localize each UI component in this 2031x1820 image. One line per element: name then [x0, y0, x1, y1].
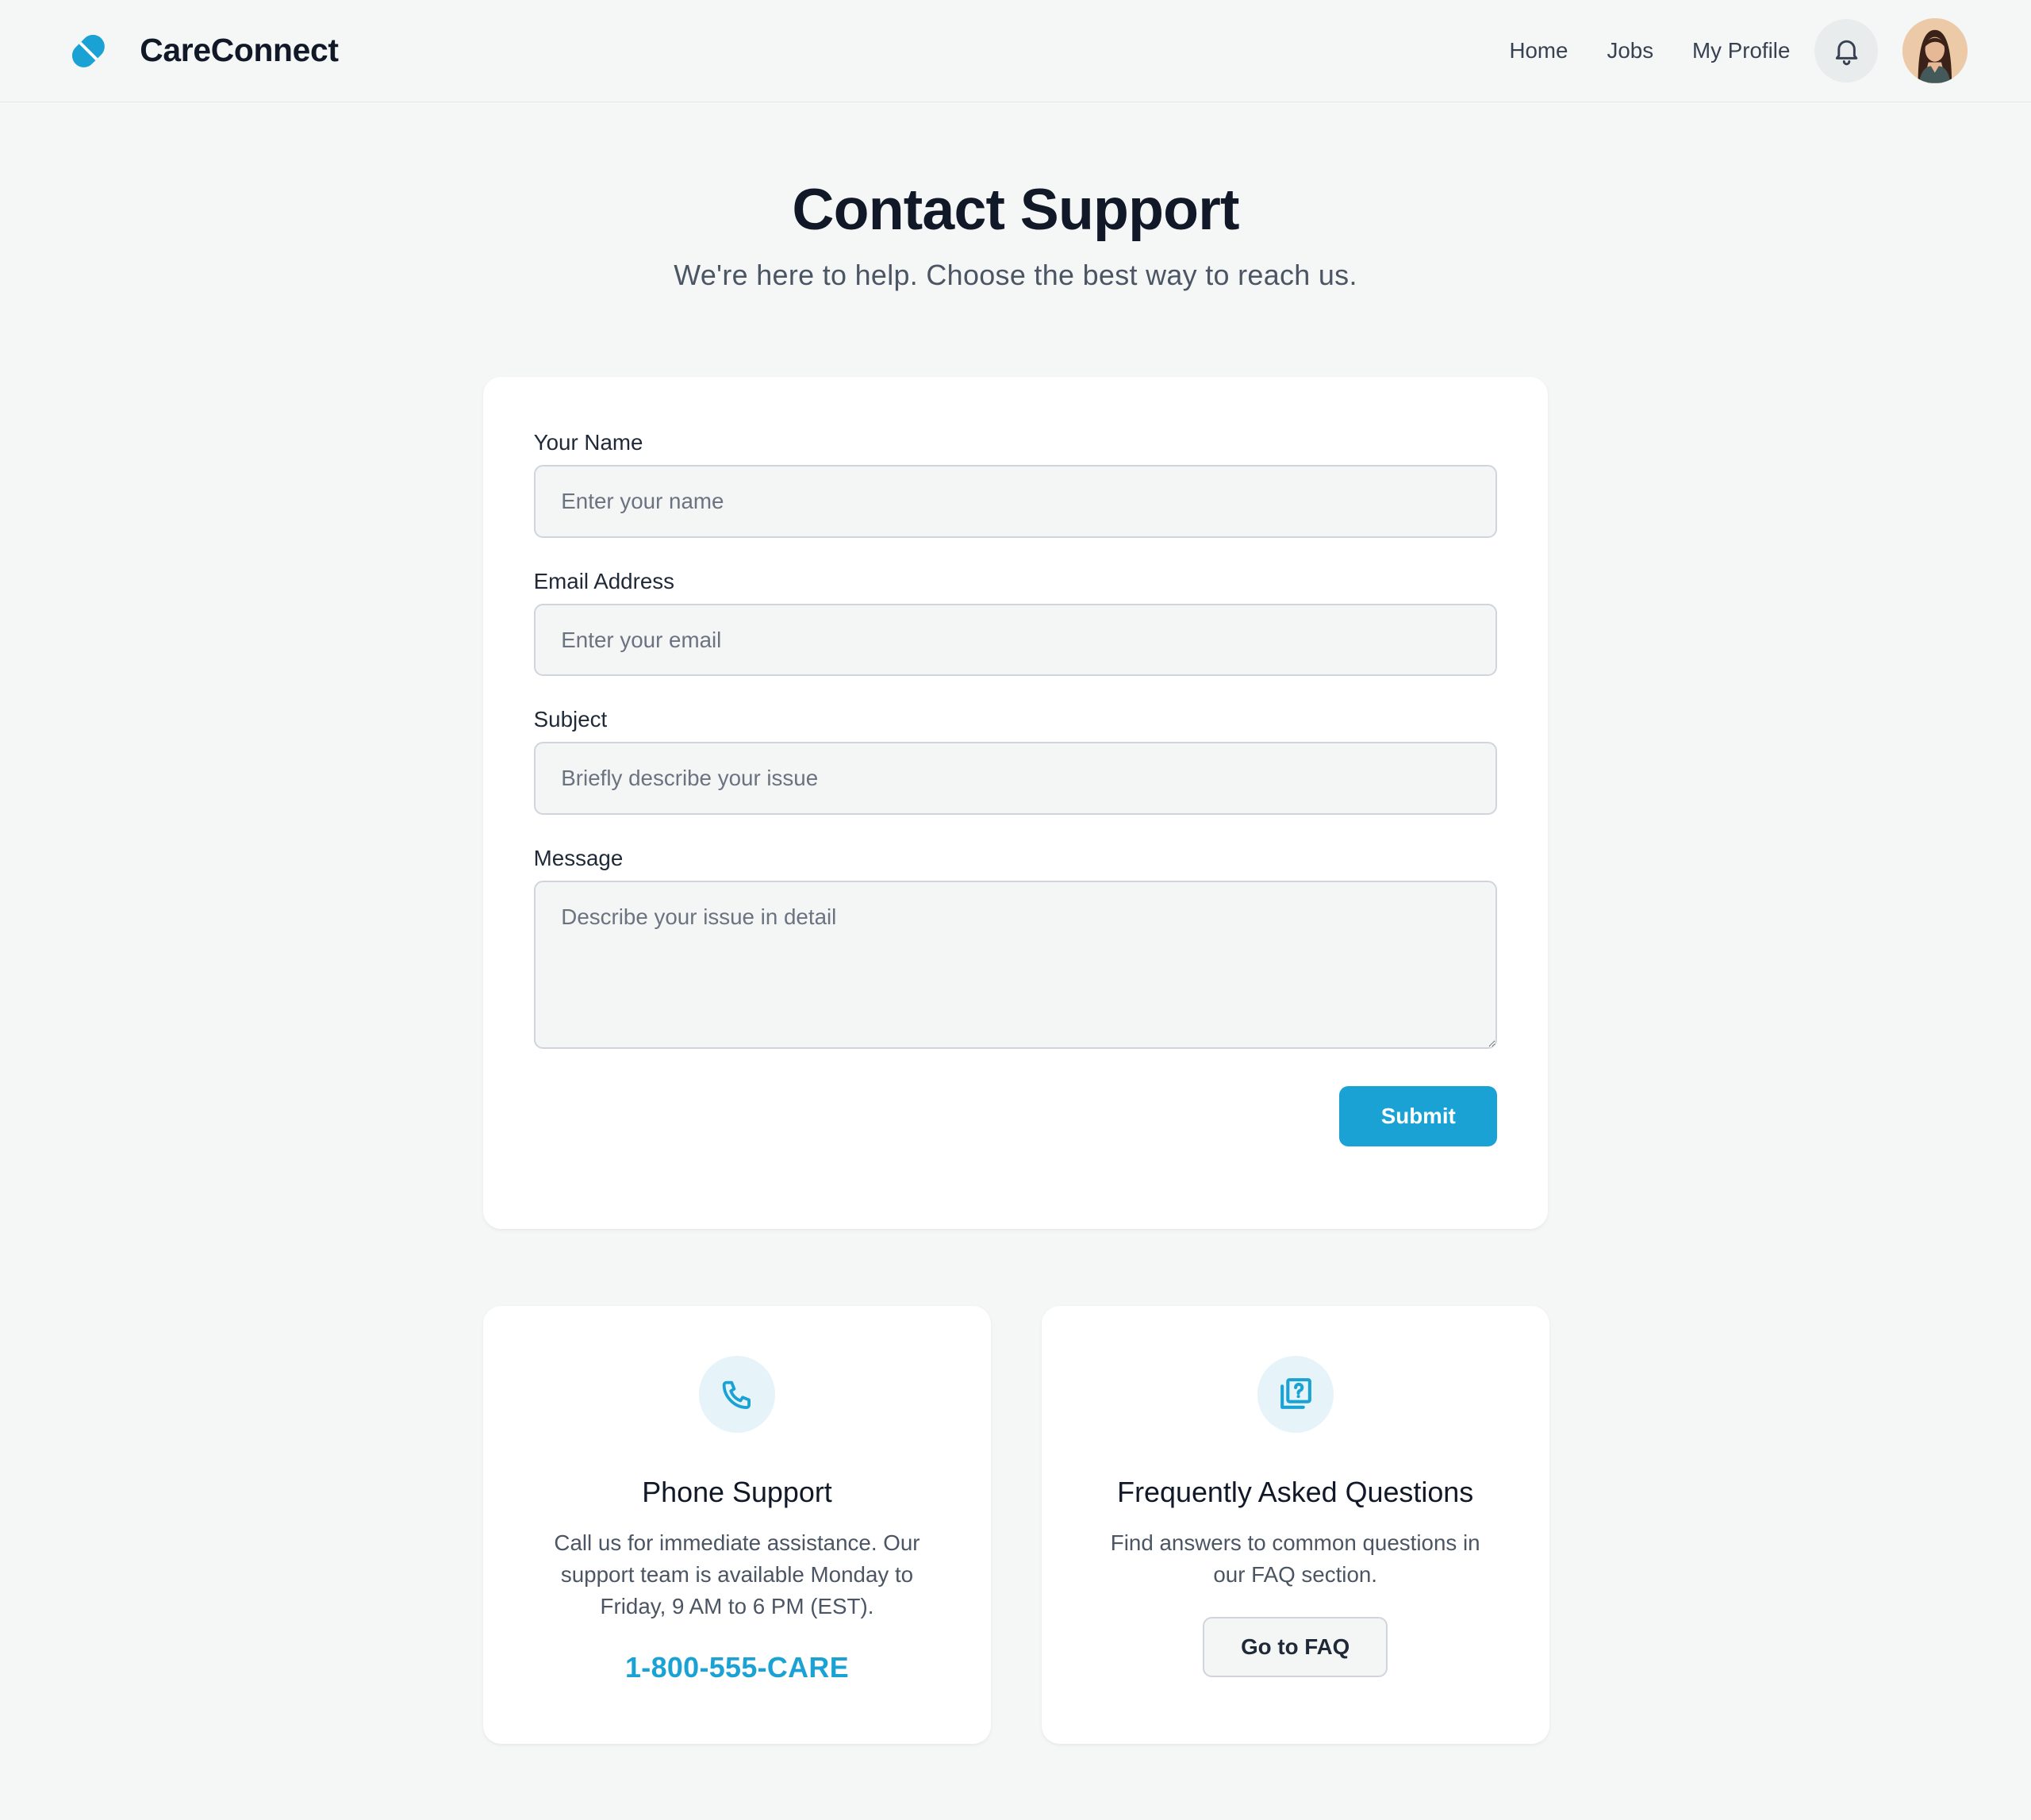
- faq-title: Frequently Asked Questions: [1117, 1475, 1474, 1508]
- nav-my-profile[interactable]: My Profile: [1692, 38, 1790, 63]
- message-label: Message: [533, 846, 624, 871]
- phone-icon-circle: [698, 1356, 776, 1433]
- phone-support-text: Call us for immediate assistance. Our su…: [554, 1530, 920, 1618]
- top-header: CareConnect Home Jobs My Profile: [0, 0, 2031, 102]
- nav-home[interactable]: Home: [1509, 38, 1568, 63]
- logo-icon: [71, 34, 105, 67]
- name-label: Your Name: [533, 430, 643, 455]
- page-heading: Contact Support We're here to help. Choo…: [0, 102, 2031, 295]
- submit-button[interactable]: Submit: [1339, 1085, 1498, 1147]
- avatar[interactable]: [1902, 18, 1968, 83]
- page-title: Contact Support: [792, 176, 1239, 243]
- app-name: CareConnect: [140, 32, 339, 69]
- faq-text: Find answers to common questions in our …: [1110, 1530, 1480, 1587]
- phone-support-card: Phone Support Call us for immediate assi…: [482, 1305, 991, 1744]
- faq-icon-circle: [1257, 1356, 1334, 1433]
- bell-icon: [1835, 40, 1858, 66]
- name-field-group: Your Name: [533, 430, 1498, 538]
- name-input[interactable]: [533, 465, 1498, 538]
- message-field-group: Message: [533, 846, 1498, 1054]
- phone-support-title: Phone Support: [642, 1475, 832, 1508]
- faq-card: Frequently Asked Questions Find answers …: [1041, 1305, 1549, 1744]
- email-label: Email Address: [533, 568, 675, 593]
- phone-icon: [722, 1380, 751, 1409]
- phone-number-link[interactable]: 1-800-555-CARE: [483, 1651, 991, 1684]
- message-textarea[interactable]: [533, 881, 1498, 1050]
- form-actions: Submit: [534, 1085, 1498, 1147]
- user-avatar-image: [1902, 18, 1968, 83]
- notifications-button[interactable]: [1814, 18, 1879, 83]
- page: CareConnect Home Jobs My Profile Contact…: [0, 0, 2031, 1820]
- email-field-group: Email Address: [533, 568, 1498, 677]
- page-subtitle: We're here to help. Choose the best way …: [674, 259, 1357, 292]
- go-to-faq-button[interactable]: Go to FAQ: [1202, 1616, 1388, 1678]
- contact-form-card: Your Name Email Address Subject Message …: [482, 377, 1549, 1230]
- subject-label: Subject: [533, 707, 608, 732]
- brand[interactable]: CareConnect: [65, 28, 339, 75]
- subject-field-group: Subject: [533, 707, 1498, 815]
- subject-input[interactable]: [533, 742, 1498, 815]
- email-input[interactable]: [533, 603, 1498, 677]
- main-nav: Home Jobs My Profile: [1509, 18, 1968, 83]
- nav-jobs[interactable]: Jobs: [1607, 38, 1653, 63]
- faq-icon: [1280, 1378, 1312, 1409]
